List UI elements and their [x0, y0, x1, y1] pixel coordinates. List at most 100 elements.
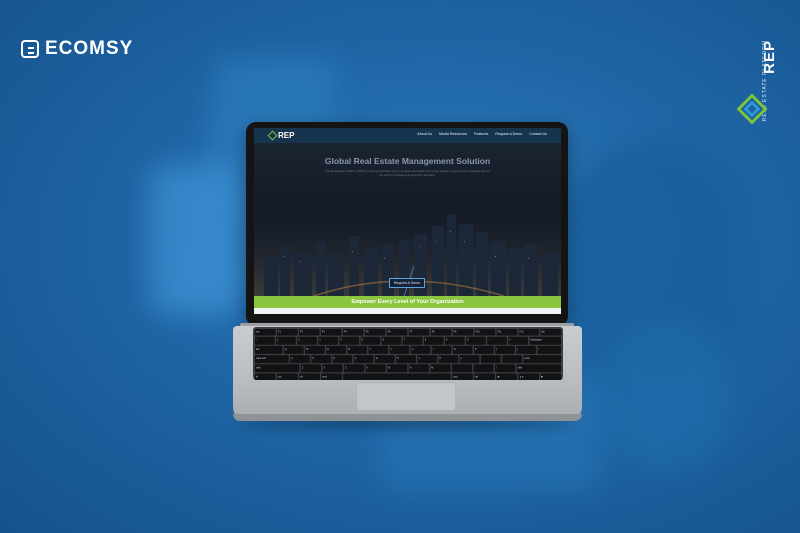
key-a[interactable] — [290, 355, 310, 364]
key-label: caps lock — [256, 357, 267, 360]
key-f[interactable] — [353, 355, 374, 364]
key-x[interactable] — [322, 364, 343, 373]
key-0[interactable] — [466, 336, 486, 345]
key-▶[interactable] — [540, 373, 561, 382]
key-label: N — [410, 366, 412, 369]
key-t[interactable] — [368, 345, 389, 354]
ecomsy-brand-name: ECOMSY — [45, 38, 134, 59]
site-navbar: REP About Us Media Resources Features Re… — [254, 128, 561, 143]
key-label: O — [454, 348, 456, 351]
site-logo-text: REP — [278, 131, 295, 140]
key-8[interactable] — [423, 336, 444, 345]
key-b[interactable] — [387, 364, 408, 373]
key-c[interactable] — [344, 364, 365, 373]
hero-title: Global Real Estate Management Solution — [324, 156, 491, 166]
key-1[interactable] — [276, 336, 296, 345]
key-shift[interactable] — [255, 364, 300, 373]
touchpad[interactable] — [356, 382, 456, 411]
key-3[interactable] — [318, 336, 338, 345]
site-menu: About Us Media Resources Features Reques… — [417, 132, 547, 136]
background-hand-lower — [600, 320, 730, 470]
key-label: F10 — [476, 330, 481, 333]
key-o[interactable] — [452, 345, 473, 354]
key-label: shift — [256, 366, 261, 369]
key-label: M — [431, 366, 433, 369]
nav-media-resources[interactable]: Media Resources — [439, 132, 467, 136]
key-h[interactable] — [396, 355, 416, 364]
key-label: ctrl — [278, 376, 282, 379]
key-\[interactable] — [537, 345, 561, 354]
key-label: del — [541, 330, 545, 333]
key-u[interactable] — [410, 345, 431, 354]
key-4[interactable] — [339, 336, 360, 345]
key-label: cmd — [322, 376, 327, 379]
key-v[interactable] — [365, 364, 386, 373]
rep-logo: REP REAL ESTATE PLATFORM — [736, 40, 778, 140]
background-phone — [150, 165, 240, 315]
key-label: Q — [285, 348, 287, 351]
key-y[interactable] — [389, 345, 410, 354]
key-.[interactable] — [473, 364, 494, 373]
key-label: U — [412, 348, 414, 351]
empower-banner: Empower Every Level of Your Organization — [254, 296, 561, 308]
key-=[interactable] — [508, 336, 528, 345]
key-label: F11 — [498, 330, 503, 333]
key-r[interactable] — [347, 345, 367, 354]
key-◀[interactable] — [496, 373, 517, 382]
key-label: G — [376, 357, 378, 360]
key-n[interactable] — [408, 364, 429, 373]
key-label: ◀ — [497, 376, 499, 379]
nav-about-us[interactable]: About Us — [417, 132, 432, 136]
key-label: backspace — [531, 339, 543, 342]
key-2[interactable] — [297, 336, 317, 345]
key-j[interactable] — [417, 355, 438, 364]
key-;[interactable] — [480, 355, 501, 364]
key-9[interactable] — [445, 336, 465, 345]
key-7[interactable] — [402, 336, 423, 345]
key-g[interactable] — [374, 355, 395, 364]
hero-description: The Real Estate Platform (REP) by Ecomsy… — [325, 169, 490, 177]
key-label: H — [397, 357, 399, 360]
request-demo-button[interactable]: Request A Demo — [389, 278, 425, 288]
keyboard-keys: esc F1 F2 F3 F4 F5 F6 F7 F8 F9 F10 F11 F12 del~ 1 2 3 4 5 6… — [255, 329, 561, 382]
nav-contact-us[interactable]: Contact Us — [529, 132, 547, 136]
key-label: C — [345, 366, 347, 369]
key-~[interactable] — [255, 336, 275, 345]
key-label: alt — [475, 376, 478, 379]
key-shift[interactable] — [516, 364, 561, 373]
key--[interactable] — [487, 336, 507, 345]
key-m[interactable] — [430, 364, 451, 373]
key-l[interactable] — [459, 355, 480, 364]
key-k[interactable] — [438, 355, 459, 364]
ecomsy-logo-icon — [21, 40, 39, 58]
key-'[interactable] — [502, 355, 522, 364]
key-s[interactable] — [311, 355, 332, 364]
key-label: shift — [518, 366, 523, 369]
key-6[interactable] — [381, 336, 402, 345]
rep-logo-icon — [267, 130, 278, 141]
screen-content-bottom — [254, 308, 561, 314]
key-fn[interactable] — [255, 373, 276, 382]
key-label: enter — [524, 357, 530, 360]
key-label: F12 — [520, 330, 525, 333]
key-space[interactable] — [343, 373, 451, 382]
nav-request-demo[interactable]: Request a Demo — [495, 132, 522, 136]
key-i[interactable] — [431, 345, 452, 354]
key-5[interactable] — [360, 336, 381, 345]
site-hero: Global Real Estate Management Solution T… — [254, 143, 561, 296]
key-p[interactable] — [474, 345, 494, 354]
key-,[interactable] — [451, 364, 473, 373]
key-d[interactable] — [332, 355, 353, 364]
nav-features[interactable]: Features — [474, 132, 488, 136]
key-e[interactable] — [326, 345, 346, 354]
laptop-screen: REP About Us Media Resources Features Re… — [254, 128, 561, 314]
key-/[interactable] — [495, 364, 516, 373]
key-z[interactable] — [300, 364, 321, 373]
key-label: R — [348, 348, 350, 351]
key-label: cmd — [453, 376, 458, 379]
key-[[interactable] — [495, 345, 515, 354]
site-logo[interactable]: REP — [267, 130, 295, 141]
key-q[interactable] — [284, 345, 304, 354]
key-][interactable] — [516, 345, 536, 354]
ecomsy-brand: ECOMSY — [21, 38, 133, 60]
